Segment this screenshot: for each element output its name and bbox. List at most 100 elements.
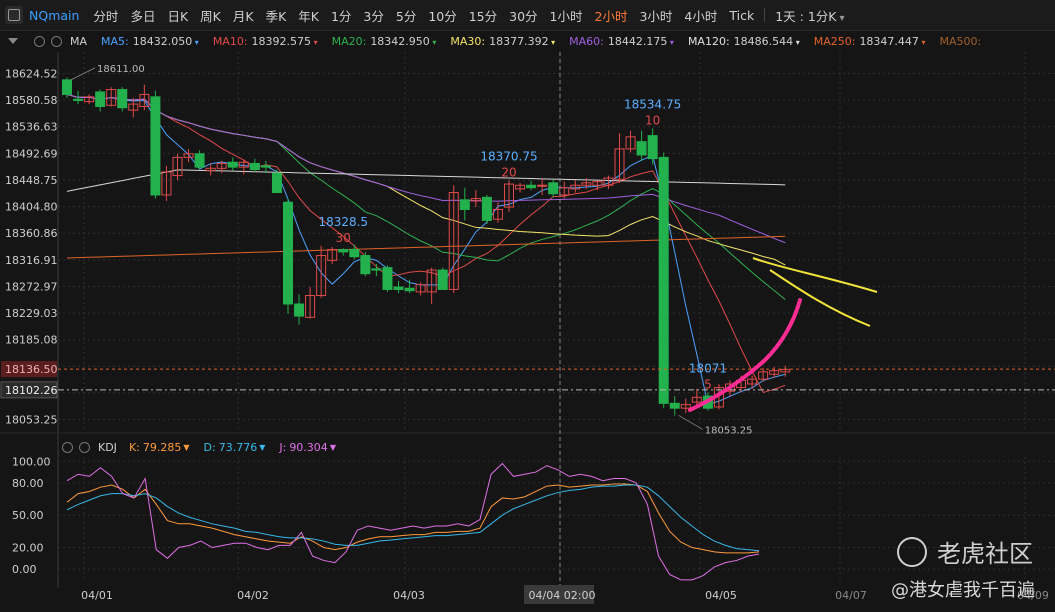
candle-body [515, 184, 526, 190]
period-tab[interactable]: 30分 [509, 6, 537, 25]
candle-body [548, 182, 559, 195]
candle-body [459, 199, 470, 211]
candle-body [537, 184, 548, 187]
price-chart[interactable]: 18624.52 18580.58 18536.63 18492.69 18448.75… [0, 0, 1055, 612]
candle-body [614, 148, 625, 180]
drawn-projection-line [752, 257, 878, 293]
kdj-j-label: J: [279, 440, 287, 454]
period-tab[interactable]: 10分 [428, 6, 456, 25]
d-arrow-icon: ▼ [259, 442, 266, 452]
candle-body [249, 162, 260, 171]
peak-label: 10 [645, 113, 660, 127]
period-tab[interactable]: 季K [266, 6, 287, 25]
period-tab[interactable]: 4小时 [684, 6, 717, 25]
x-tick-label: 04/02 [237, 589, 269, 602]
kdj-k-value: 79.285 [142, 440, 182, 454]
period-tab[interactable]: 1小时 [550, 6, 583, 25]
collapse-icon[interactable] [8, 38, 18, 44]
candle-body [172, 156, 183, 177]
candle-body [415, 284, 426, 293]
candle-body [404, 287, 415, 292]
gear-icon[interactable] [34, 35, 45, 47]
candle-body [625, 136, 636, 150]
peak-label: 18611.00 [97, 64, 145, 75]
ma-legend-item: MA500: [940, 35, 982, 48]
kdj-line [66, 462, 760, 581]
period-tab[interactable]: 2小时 [595, 6, 628, 25]
ma-value: 18377.392 [489, 34, 549, 48]
dropdown-icon: ▾ [667, 37, 674, 47]
candle-body [327, 248, 338, 261]
candle-body [669, 402, 680, 409]
period-tab[interactable]: 1分 [331, 6, 351, 25]
kdj-line [66, 483, 760, 554]
ma-value: 18486.544 [733, 34, 794, 48]
gear-icon[interactable] [62, 441, 73, 453]
candle-body [592, 181, 603, 186]
y-tick-label: 18580.58 [5, 94, 58, 107]
y-tick-label: 18492.69 [5, 147, 58, 160]
period-tab[interactable]: 3小时 [639, 6, 672, 25]
ma-legend-item: MA60: 18442.175 ▾ [569, 35, 674, 48]
candle-body [691, 396, 702, 403]
candle-body [570, 184, 581, 190]
period-tab[interactable]: 多日 [130, 6, 155, 25]
close-icon[interactable] [51, 35, 62, 47]
ma-line [66, 93, 786, 405]
candle-body [294, 303, 305, 317]
period-tab[interactable]: 3分 [363, 6, 383, 25]
period-tab[interactable]: 月K [233, 6, 254, 25]
symbol-label[interactable]: NQmain [29, 8, 79, 23]
candle-body [349, 248, 360, 258]
period-tab[interactable]: 年K [298, 6, 319, 25]
period-tab[interactable]: 分时 [93, 6, 118, 25]
ma-line [66, 93, 786, 244]
ma-legend-item: MA [70, 35, 87, 48]
peak-label: 18071 [689, 361, 727, 375]
candle-body [713, 387, 724, 408]
y-tick-label: 18229.03 [5, 307, 58, 320]
candle-body [426, 269, 437, 293]
period-tab[interactable]: Tick [729, 8, 754, 23]
candle-body [492, 209, 503, 220]
candle-body [305, 295, 316, 318]
candle-body [216, 162, 227, 169]
dropdown-icon: ▾ [793, 37, 800, 47]
period-tab[interactable]: 周K [200, 6, 221, 25]
drawn-trend-line [688, 298, 802, 412]
kdj-y-tick-label: 20.00 [12, 542, 44, 555]
interval-select[interactable]: 1天 : 1分K ▾ [775, 6, 844, 25]
close-icon[interactable] [79, 441, 90, 453]
kdj-title: KDJ [98, 440, 117, 454]
candle-body [680, 404, 691, 409]
period-tab[interactable]: 日K [167, 6, 188, 25]
candle-body [227, 161, 238, 168]
candle-body [504, 183, 514, 208]
x-tick-label: 04/01 [81, 589, 113, 602]
y-tick-label: 18536.63 [5, 121, 58, 134]
chevron-down-icon: ▾ [839, 12, 845, 24]
candle-body [725, 383, 735, 392]
y-tick-label: 18624.52 [5, 67, 58, 80]
ma-line [66, 93, 786, 266]
ma-legend-item: MA120: 18486.544 ▾ [688, 35, 800, 48]
k-arrow-icon: ▼ [183, 442, 190, 452]
ma120-line [66, 169, 786, 192]
ma-label: MA [70, 34, 88, 48]
kdj-d-label: D: [203, 440, 216, 454]
crosshair-price-label: 18102.26 [5, 384, 58, 397]
y-tick-label: 18404.80 [5, 201, 58, 214]
current-price-label: 18136.50 [5, 363, 58, 376]
layout-icon[interactable] [5, 6, 23, 24]
candle-body [736, 379, 747, 389]
period-tab[interactable]: 15分 [469, 6, 497, 25]
crosshair-date-badge [524, 585, 594, 604]
kdj-d-value: 73.776 [218, 440, 258, 454]
ma-value: 18347.447 [859, 34, 919, 48]
candle-body [139, 93, 150, 108]
kdj-k-label: K: [128, 440, 140, 454]
candle-body [481, 196, 492, 221]
period-tab[interactable]: 5分 [396, 6, 416, 25]
candle-body [647, 135, 658, 160]
kdj-j-value: 90.304 [289, 440, 328, 454]
